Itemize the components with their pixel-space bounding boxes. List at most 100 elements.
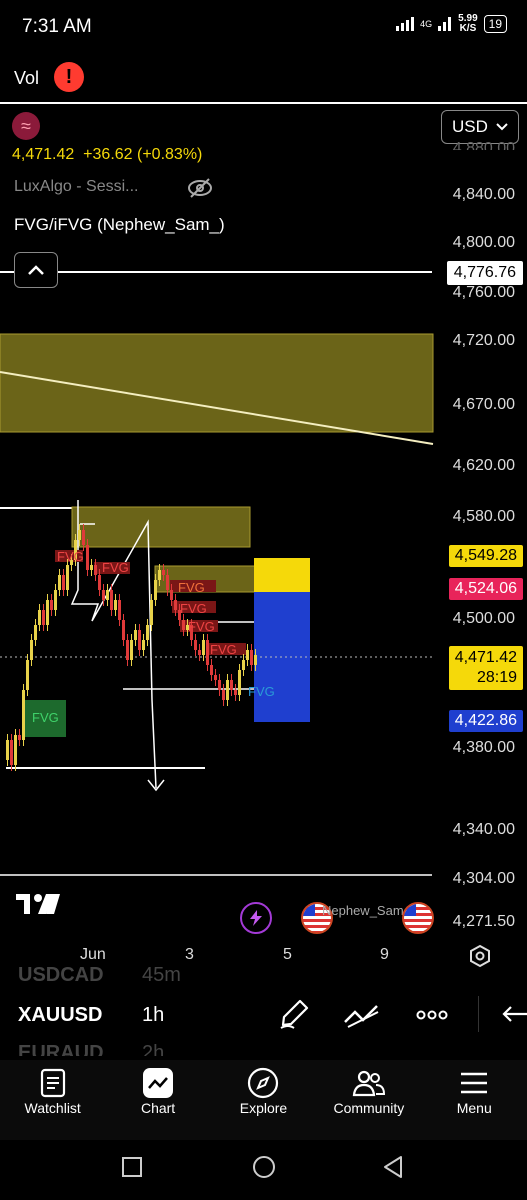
candle-body <box>106 590 109 600</box>
draw-pen-icon[interactable] <box>278 998 310 1030</box>
indicator-fvg[interactable]: FVG/iFVG (Nephew_Sam_) <box>14 215 225 235</box>
candle-body <box>146 625 149 640</box>
time-tick: 3 <box>185 946 194 963</box>
next-symbol[interactable]: EURAUD <box>18 1042 104 1056</box>
current-symbol[interactable]: XAUUSD <box>18 1004 102 1027</box>
axis-tick: 4,580.00 <box>452 508 515 525</box>
hamburger-menu-icon <box>461 1072 488 1094</box>
candle-body <box>62 575 65 590</box>
axis-tick: 4,304.00 <box>452 870 515 887</box>
white-line-price-tag: 4,776.76 <box>446 261 523 285</box>
fvg-label: FVG <box>248 684 275 699</box>
settings-icon[interactable] <box>468 944 492 968</box>
axis-tick: 4,271.50 <box>452 913 515 930</box>
candle-body <box>22 690 25 740</box>
prev-timeframe[interactable]: 45m <box>142 964 181 982</box>
candle-body <box>26 660 29 690</box>
candle-body <box>78 530 81 540</box>
candle-body <box>246 650 249 660</box>
candle-body <box>238 670 241 695</box>
candle-body <box>254 655 257 665</box>
fvg-label: FVG <box>178 580 205 595</box>
undo-icon[interactable] <box>500 1004 527 1024</box>
candle-body <box>50 600 53 610</box>
battery-icon: 19 <box>483 15 507 33</box>
time-tick: 9 <box>380 946 389 963</box>
trendline-icon[interactable] <box>342 1000 382 1030</box>
axis-tick: 4,340.00 <box>452 821 515 838</box>
axis-tick: 4,880.00 <box>452 140 515 150</box>
fvg-label: FVG <box>32 710 59 725</box>
candle-body <box>102 590 105 600</box>
candle-body <box>250 650 253 665</box>
collapse-legend-button[interactable] <box>14 252 58 288</box>
candle-body <box>110 590 113 610</box>
candle-body <box>38 610 41 625</box>
back-icon[interactable] <box>381 1154 405 1180</box>
axis-tick: 4,670.00 <box>452 396 515 413</box>
top-bar: Vol ! <box>0 56 527 104</box>
candle-body <box>214 675 217 680</box>
fvg-label: FVG <box>188 619 215 634</box>
nav-explore[interactable]: Explore <box>213 1060 313 1140</box>
status-bar: 7:31 AM 4G 5.99 K/S 19 <box>0 0 527 56</box>
fvg-label: FVG <box>210 642 237 657</box>
candle-body <box>230 680 233 690</box>
us-flag-icon[interactable] <box>402 902 434 934</box>
nav-community[interactable]: Community <box>319 1060 419 1140</box>
candle-body <box>94 565 97 575</box>
candle-body <box>114 600 117 610</box>
current-timeframe[interactable]: 1h <box>142 1004 164 1027</box>
more-options-icon[interactable] <box>416 1010 448 1020</box>
candle-body <box>142 640 145 650</box>
candle-body <box>42 610 45 625</box>
candle-body <box>34 625 37 640</box>
next-timeframe[interactable]: 2h <box>142 1042 164 1056</box>
nav-menu[interactable]: Menu <box>424 1060 524 1140</box>
time-tick: 5 <box>283 946 292 963</box>
candle-body <box>210 665 213 675</box>
candle-body <box>158 570 161 580</box>
indicator-luxalgo[interactable]: LuxAlgo - Sessi... <box>14 178 139 196</box>
candle-body <box>194 640 197 650</box>
chevron-down-icon <box>496 123 508 131</box>
candle-body <box>202 640 205 655</box>
home-icon[interactable] <box>251 1154 277 1180</box>
candle-body <box>242 660 245 670</box>
candle-body <box>66 565 69 590</box>
lightning-icon[interactable] <box>240 902 272 934</box>
candle-body <box>174 600 177 610</box>
symbol-timeframe-bar: USDCAD 45m XAUUSD 1h EURAUD 2h <box>0 964 527 1058</box>
candle-body <box>46 600 49 625</box>
chevron-up-icon <box>28 265 44 275</box>
candle-body <box>226 680 229 700</box>
candle-body <box>58 575 61 590</box>
target-price-tag: 4,549.28 <box>448 545 523 567</box>
fvg-label: FVG <box>102 560 129 575</box>
symbol-logo-icon[interactable]: ≈ <box>12 112 40 140</box>
signal-icon <box>396 17 415 31</box>
chart-watermark: Nephew_Sam_ <box>322 903 411 918</box>
axis-tick: 4,620.00 <box>452 457 515 474</box>
entry-price-tag: 4,524.06 <box>448 578 523 600</box>
currency-selector[interactable]: USD <box>441 110 519 144</box>
candle-body <box>206 640 209 665</box>
divider <box>478 996 479 1032</box>
alert-icon[interactable]: ! <box>54 62 84 92</box>
prev-symbol[interactable]: USDCAD <box>18 964 104 982</box>
candle-body <box>118 600 121 620</box>
net-speed: 5.99 K/S <box>458 13 478 34</box>
eye-off-icon[interactable] <box>186 176 214 200</box>
candle-body <box>18 735 21 740</box>
axis-tick: 4,840.00 <box>452 186 515 203</box>
status-time: 7:31 AM <box>22 16 92 37</box>
system-nav-bar <box>0 1140 527 1200</box>
candle-body <box>126 640 129 660</box>
stop-price-tag: 4,422.86 <box>448 710 523 732</box>
recent-apps-icon[interactable] <box>121 1156 143 1178</box>
nav-chart[interactable]: Chart <box>108 1060 208 1140</box>
nav-watchlist[interactable]: Watchlist <box>3 1060 103 1140</box>
current-price-tag: 4,471.42 28:19 <box>448 646 523 690</box>
candle-body <box>234 690 237 695</box>
candle-body <box>90 565 93 570</box>
